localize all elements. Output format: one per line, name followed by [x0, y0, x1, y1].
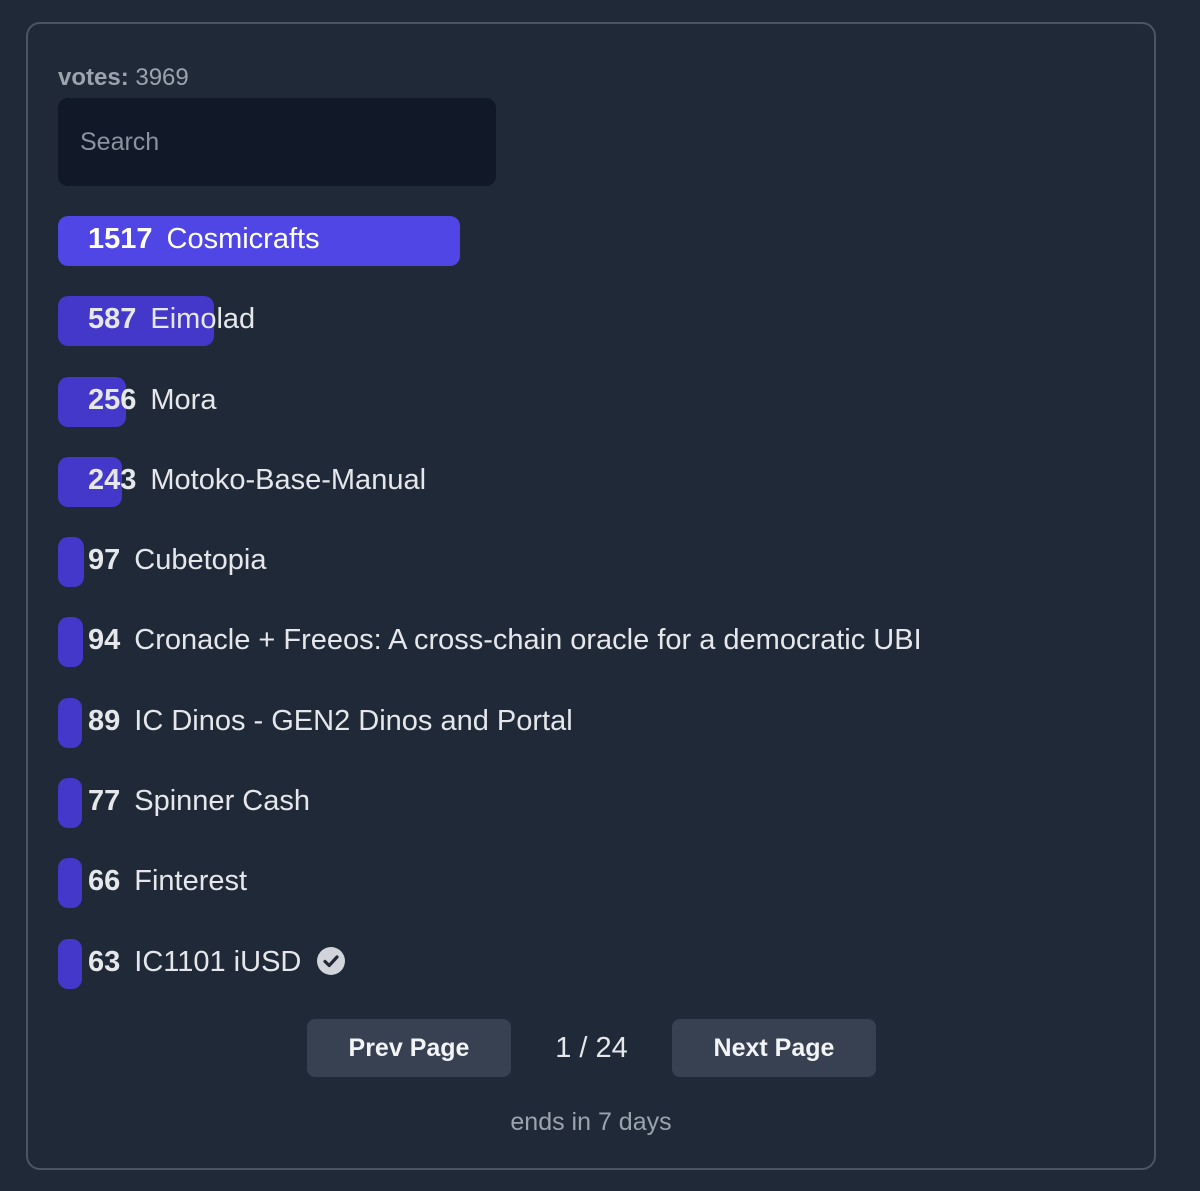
- list-item[interactable]: 63 IC1101 iUSD: [58, 937, 1138, 1017]
- project-name: Motoko-Base-Manual: [150, 463, 427, 496]
- list-item[interactable]: 97 Cubetopia: [58, 535, 1138, 615]
- vote-count: 94: [88, 624, 121, 657]
- list-item[interactable]: 1517 Cosmicrafts: [58, 214, 1138, 294]
- list-item-text: 89 IC Dinos - GEN2 Dinos and Portal: [88, 698, 573, 748]
- votes-total: 3969: [135, 64, 189, 91]
- vote-count: 587: [88, 303, 137, 336]
- list-item[interactable]: 243 Motoko-Base-Manual: [58, 455, 1138, 535]
- list-item-text: 77 Spinner Cash: [88, 778, 310, 828]
- vote-bar: [58, 697, 82, 748]
- vote-count: 256: [88, 383, 137, 416]
- list-item-text: 243 Motoko-Base-Manual: [88, 457, 426, 507]
- project-list: 1517 Cosmicrafts 587 Eimolad 256 Mora 243 Motok…: [58, 214, 1138, 1017]
- project-name: Cosmicrafts: [166, 223, 320, 255]
- check-circle-icon: [317, 947, 346, 976]
- vote-bar: [58, 858, 82, 909]
- vote-count: 66: [88, 865, 121, 898]
- next-page-button[interactable]: Next Page: [672, 1019, 876, 1077]
- vote-count: 1517: [88, 223, 153, 255]
- vote-count: 97: [88, 544, 121, 577]
- vote-bar: [58, 537, 84, 588]
- ends-in-text: ends in 7 days: [510, 1108, 672, 1136]
- project-name: IC1101 iUSD: [134, 945, 302, 978]
- votes-label: votes:: [58, 64, 129, 91]
- vote-count: 89: [88, 704, 121, 737]
- project-name: Eimolad: [150, 303, 256, 336]
- project-name: IC Dinos - GEN2 Dinos and Portal: [134, 704, 573, 737]
- prev-page-button[interactable]: Prev Page: [307, 1019, 511, 1077]
- list-item-text: 94 Cronacle + Freeos: A cross-chain oracl…: [88, 617, 922, 667]
- list-item[interactable]: 77 Spinner Cash: [58, 776, 1138, 856]
- list-item[interactable]: 94 Cronacle + Freeos: A cross-chain oracl…: [58, 615, 1138, 695]
- list-item-text: 256 Mora: [88, 377, 216, 427]
- vote-count: 63: [88, 945, 121, 978]
- vote-bar: [58, 617, 83, 668]
- project-name: Finterest: [134, 865, 248, 898]
- list-item[interactable]: 66 Finterest: [58, 856, 1138, 936]
- project-name: Spinner Cash: [134, 785, 310, 818]
- project-name: Cubetopia: [134, 544, 267, 577]
- list-item[interactable]: 256 Mora: [58, 375, 1138, 455]
- project-name: Cronacle + Freeos: A cross-chain oracle …: [134, 624, 922, 657]
- search-input[interactable]: [58, 98, 496, 186]
- list-item[interactable]: 587 Eimolad: [58, 294, 1138, 374]
- voting-panel: votes: 3969 1517 Cosmicrafts 587 Eimolad 256…: [26, 22, 1156, 1170]
- votes-summary: votes: 3969: [58, 64, 189, 92]
- list-item[interactable]: 89 IC Dinos - GEN2 Dinos and Portal: [58, 696, 1138, 776]
- pagination: Prev Page 1 / 24 Next Page: [28, 1019, 1154, 1077]
- list-item-text: 587 Eimolad: [88, 296, 255, 346]
- vote-bar: [58, 938, 82, 989]
- vote-count: 243: [88, 463, 137, 496]
- list-item-text: 63 IC1101 iUSD: [88, 939, 346, 989]
- page-indicator: 1 / 24: [555, 1032, 628, 1064]
- list-item-text: 97 Cubetopia: [88, 537, 266, 587]
- vote-bar: [58, 778, 82, 829]
- project-name: Mora: [150, 383, 217, 416]
- vote-count: 77: [88, 785, 121, 818]
- list-item-text: 66 Finterest: [88, 858, 247, 908]
- list-item-text: 1517 Cosmicrafts: [88, 216, 320, 266]
